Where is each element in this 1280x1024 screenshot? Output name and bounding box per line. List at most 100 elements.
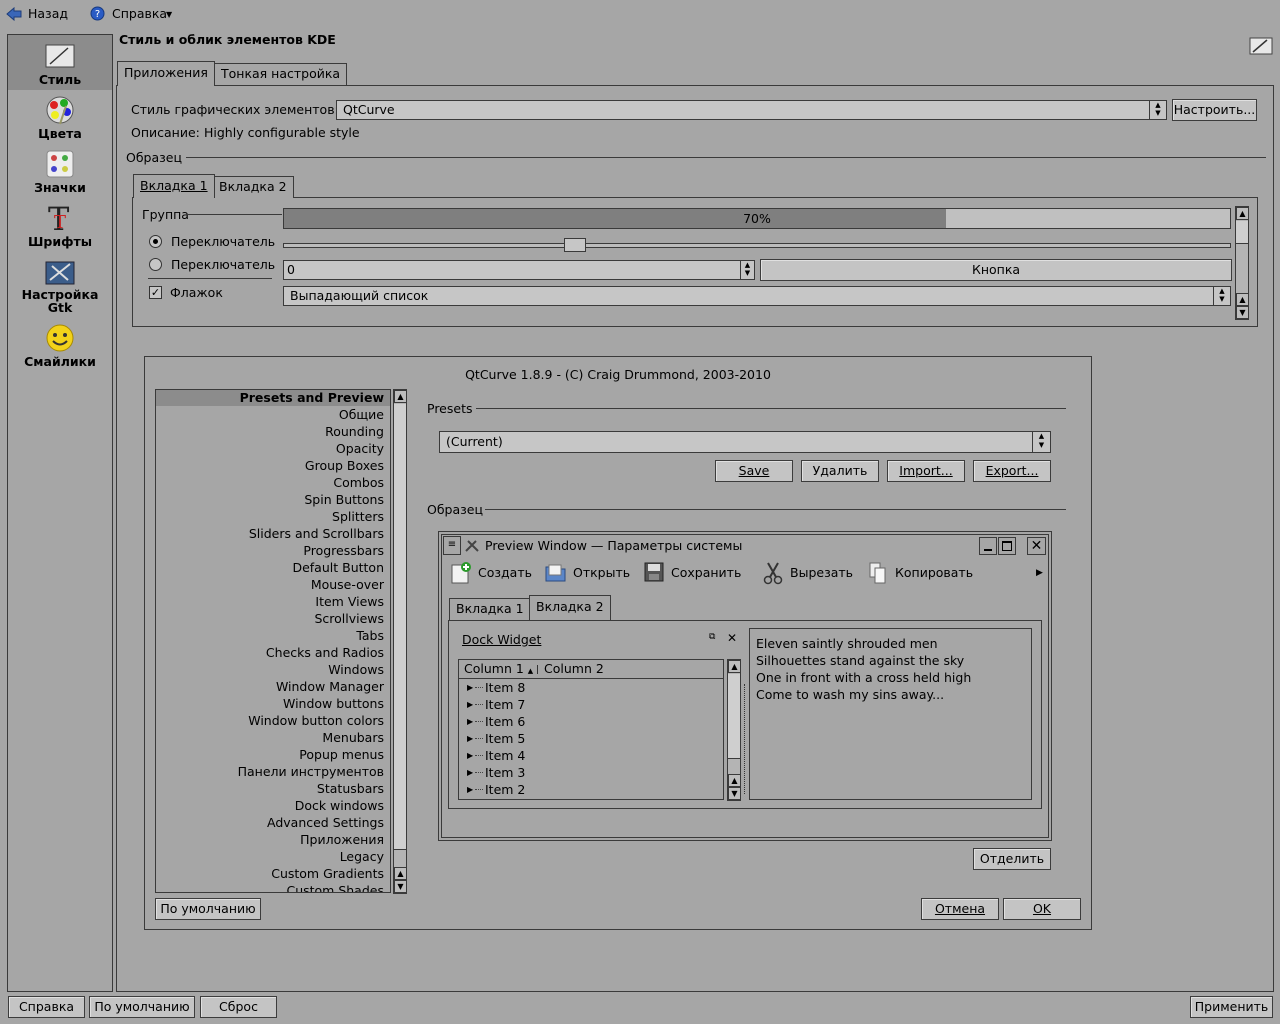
open-folder-icon — [545, 564, 566, 582]
expand-arrow-icon[interactable]: ▶ — [467, 781, 473, 798]
tab-fine-tuning[interactable]: Тонкая настройка — [214, 63, 348, 85]
configure-button[interactable]: Настроить... — [1172, 99, 1257, 121]
nav-item[interactable]: Custom Shades — [286, 882, 384, 892]
minimize-icon[interactable] — [979, 537, 997, 555]
preset-combo[interactable]: (Current) ▲ ▼ — [439, 431, 1051, 453]
window-menu-icon[interactable]: ≡ — [443, 536, 461, 555]
nav-item[interactable]: Custom Gradients — [271, 865, 384, 882]
scroll-up-icon[interactable]: ▲ — [394, 867, 407, 880]
preset-delete-button[interactable]: Удалить — [801, 460, 879, 482]
nav-item[interactable]: Панели инструментов — [238, 763, 384, 780]
preview-tab-1[interactable]: Вкладка 1 — [133, 174, 215, 198]
scroll-down-icon[interactable]: ▼ — [728, 787, 741, 800]
nav-item[interactable]: Group Boxes — [305, 457, 384, 474]
scroll-up-icon[interactable]: ▲ — [728, 774, 741, 787]
nav-item[interactable]: Spin Buttons — [304, 491, 384, 508]
nav-item[interactable]: Tabs — [356, 627, 384, 644]
icons-icon — [46, 150, 74, 178]
preset-export-button[interactable]: Export... — [973, 460, 1051, 482]
tree-header: Column 1 ▲ Column 2 — [459, 660, 723, 679]
nav-item[interactable]: Combos — [333, 474, 384, 491]
nav-item[interactable]: Rounding — [325, 423, 384, 440]
dialog-ok-button[interactable]: OK — [1003, 898, 1081, 920]
help-menu-button[interactable]: ? Справка ▼ — [88, 4, 178, 24]
nav-item[interactable]: Sliders and Scrollbars — [249, 525, 384, 542]
expand-arrow-icon[interactable]: ▶ — [467, 713, 473, 730]
dock-float-icon[interactable]: ⧉ — [709, 632, 715, 642]
scroll-down-icon[interactable]: ▼ — [1236, 306, 1249, 319]
sample-combo[interactable]: Выпадающий список ▲ ▼ — [283, 286, 1231, 306]
expand-arrow-icon[interactable]: ▶ — [467, 764, 473, 781]
splitter-handle[interactable] — [744, 684, 747, 794]
scroll-up-icon[interactable]: ▲ — [394, 390, 407, 403]
scroll-down-icon[interactable]: ▼ — [394, 880, 407, 893]
nav-item[interactable]: Scrollviews — [314, 610, 384, 627]
preview-tab-2[interactable]: Вкладка 2 — [212, 176, 294, 198]
slider-handle[interactable] — [564, 238, 586, 252]
column-1-header[interactable]: Column 1 ▲ — [459, 660, 544, 678]
nav-item[interactable]: Item Views — [315, 593, 384, 610]
svg-text:?: ? — [95, 9, 100, 20]
nav-item[interactable]: Splitters — [332, 508, 384, 525]
nav-item[interactable]: Progressbars — [303, 542, 384, 559]
nav-item[interactable]: Windows — [328, 661, 384, 678]
tree-scroll-handle[interactable] — [728, 674, 740, 759]
nav-item[interactable]: Default Button — [292, 559, 384, 576]
nav-item[interactable]: Dock windows — [295, 797, 384, 814]
column-2-header[interactable]: Column 2 — [544, 660, 604, 678]
nav-item[interactable]: Приложения — [300, 831, 384, 848]
reset-button[interactable]: Сброс — [200, 996, 277, 1018]
nav-item[interactable]: Menubars — [322, 729, 384, 746]
nav-item[interactable]: Window button colors — [248, 712, 384, 729]
scroll-handle[interactable] — [1236, 221, 1248, 244]
preview-scrollbar[interactable]: ▲ ▲ ▼ — [1235, 206, 1249, 320]
nav-item[interactable]: Checks and Radios — [266, 644, 384, 661]
nav-item[interactable]: Legacy — [340, 848, 384, 865]
dock-close-icon[interactable]: ✕ — [727, 631, 737, 645]
open-label: Открыть — [573, 565, 631, 580]
sample-button[interactable]: Кнопка — [760, 259, 1232, 281]
help-button[interactable]: Справка — [8, 996, 85, 1018]
bottom-reset-label: Сброс — [219, 999, 258, 1014]
nav-item[interactable]: Popup menus — [299, 746, 384, 763]
pw-tab-2[interactable]: Вкладка 2 — [529, 595, 611, 620]
tree-scrollbar[interactable]: ▲ ▲ ▼ — [727, 659, 741, 801]
expand-arrow-icon[interactable]: ▶ — [467, 747, 473, 764]
scroll-up-icon[interactable]: ▲ — [1236, 207, 1249, 220]
apply-button[interactable]: Применить — [1190, 996, 1273, 1018]
pw-tab-1[interactable]: Вкладка 1 — [449, 598, 531, 620]
nav-scroll-handle[interactable] — [394, 404, 406, 850]
nav-scrollbar[interactable]: ▲ ▲ ▼ — [393, 389, 407, 894]
nav-item[interactable]: Window Manager — [276, 678, 384, 695]
slider[interactable] — [283, 238, 1231, 252]
dialog-defaults-button[interactable]: По умолчанию — [155, 898, 261, 920]
nav-item[interactable]: Presets and Preview — [240, 390, 384, 406]
defaults-button[interactable]: По умолчанию — [89, 996, 195, 1018]
nav-item[interactable]: Advanced Settings — [267, 814, 384, 831]
page-title: Стиль и облик элементов KDE — [119, 32, 336, 47]
nav-item[interactable]: Window buttons — [283, 695, 384, 712]
widget-style-combo[interactable]: QtCurve ▲ ▼ — [336, 100, 1167, 120]
spin-arrows-icon[interactable]: ▲ ▼ — [740, 261, 754, 279]
bottom-defaults-label: По умолчанию — [94, 999, 190, 1014]
toolbar-overflow-icon[interactable]: ▶ — [1036, 568, 1043, 578]
nav-item[interactable]: Общие — [339, 406, 384, 423]
expand-arrow-icon[interactable]: ▶ — [467, 679, 473, 696]
help-label: Справка — [112, 6, 168, 21]
preset-import-button[interactable]: Import... — [887, 460, 965, 482]
dialog-cancel-button[interactable]: Отмена — [921, 898, 999, 920]
scroll-up-icon[interactable]: ▲ — [728, 660, 741, 673]
nav-item[interactable]: Statusbars — [317, 780, 384, 797]
spin-box[interactable]: 0 ▲ ▼ — [283, 260, 755, 280]
expand-arrow-icon[interactable]: ▶ — [467, 696, 473, 713]
close-icon[interactable]: ✕ — [1027, 537, 1046, 555]
nav-item[interactable]: Opacity — [336, 440, 384, 457]
preset-save-button[interactable]: Save — [715, 460, 793, 482]
tab-applications[interactable]: Приложения — [117, 61, 215, 86]
nav-item[interactable]: Mouse-over — [311, 576, 384, 593]
scroll-up-icon[interactable]: ▲ — [1236, 293, 1249, 306]
maximize-icon[interactable] — [998, 537, 1016, 555]
expand-arrow-icon[interactable]: ▶ — [467, 730, 473, 747]
back-button[interactable]: Назад — [4, 4, 70, 24]
detach-button[interactable]: Отделить — [973, 848, 1051, 870]
